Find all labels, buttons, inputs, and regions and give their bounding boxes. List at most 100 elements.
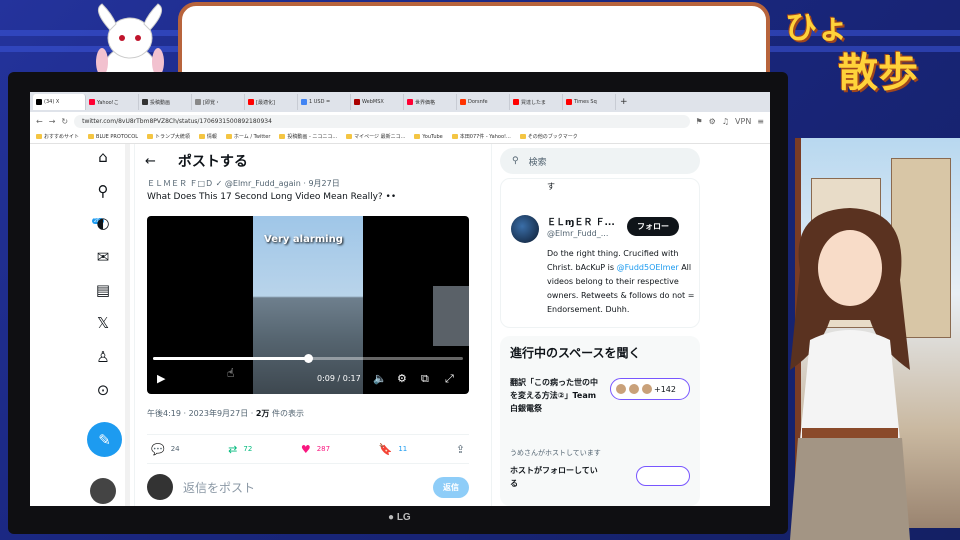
- profile-handle[interactable]: @Elmr_Fudd_...: [547, 229, 608, 238]
- search-placeholder: 検索: [528, 157, 547, 168]
- home-icon[interactable]: ⌂: [93, 148, 113, 166]
- share-action[interactable]: ⇪: [456, 443, 465, 456]
- tab-label: WebMSX: [362, 99, 384, 105]
- page-title: ポストする: [177, 154, 248, 170]
- extension-icons: ⚑ ⚙ ♫ VPN ≡: [696, 117, 765, 126]
- avatar[interactable]: [90, 478, 116, 504]
- bio-link[interactable]: @Fudd5OElmer: [617, 263, 679, 272]
- post-button[interactable]: ✎: [87, 422, 122, 457]
- extension-icon[interactable]: ⚑: [696, 117, 703, 126]
- back-arrow-icon[interactable]: ←: [145, 154, 156, 169]
- follow-button[interactable]: フォロー: [627, 217, 679, 236]
- bookmark-item[interactable]: YouTube: [414, 134, 443, 140]
- avatar: [615, 383, 627, 395]
- space-item-title[interactable]: ホストがフォローしている: [510, 464, 602, 490]
- repost-action[interactable]: ⇄ 72: [228, 443, 252, 456]
- play-icon[interactable]: ▶: [157, 372, 165, 385]
- bookmark-item[interactable]: 投稿動画 - ニコニコ...: [279, 133, 337, 140]
- like-action[interactable]: ♥ 287: [301, 443, 330, 456]
- browser-tab[interactable]: [最適化]: [245, 94, 298, 110]
- search-input[interactable]: ⚲ 検索: [500, 148, 700, 174]
- main-column: ← ポストする ＥＬＭＥＲ Ｆ□Ｄ ✓ @Elmr_Fudd_again · 9…: [134, 144, 492, 506]
- repost-icon: ⇄: [228, 442, 238, 456]
- avatar[interactable]: [511, 215, 539, 243]
- extension-icon[interactable]: ⚙: [709, 117, 716, 126]
- bookmark-item[interactable]: 本田077件 - Yahoo!...: [451, 133, 511, 140]
- bookmark-label: BLUE PROTOCOL: [96, 133, 139, 140]
- bookmark-item[interactable]: 情報: [198, 133, 217, 140]
- bookmark-item[interactable]: マイページ 最新ニコ...: [346, 133, 405, 140]
- profile-name[interactable]: ＥＬɱＥＲ Ｆ...: [547, 215, 615, 228]
- browser-tab[interactable]: Times Sq: [563, 94, 616, 110]
- bookmark-item[interactable]: ホーム / Twitter: [225, 133, 270, 140]
- bookmark-item[interactable]: その他のブックマーク: [519, 133, 578, 140]
- tab-favicon-icon: [460, 99, 466, 105]
- vtuber-avatar: [790, 208, 910, 540]
- profile-top-text: す: [547, 182, 555, 191]
- reply-input[interactable]: 返信をポスト: [183, 479, 423, 496]
- hand-cursor-icon: ☝: [227, 366, 235, 380]
- tab-favicon-icon: [354, 99, 360, 105]
- extension-icon[interactable]: ♫: [722, 117, 729, 126]
- reply-button[interactable]: 返信: [433, 476, 469, 498]
- folder-icon: [198, 134, 205, 139]
- settings-icon[interactable]: ⚙: [397, 372, 407, 385]
- quill-icon: ✎: [98, 430, 111, 449]
- bookmark-item[interactable]: トランプ大統領: [147, 133, 190, 140]
- browser-tab[interactable]: Yahoo!こ: [86, 94, 139, 110]
- browser-tab[interactable]: 世界価格: [404, 94, 457, 110]
- browser-tab[interactable]: 投稿動画: [139, 94, 192, 110]
- search-icon[interactable]: ⚲: [93, 182, 113, 200]
- like-count: 287: [316, 445, 331, 453]
- new-tab-button[interactable]: +: [616, 97, 628, 107]
- space-listeners-pill[interactable]: [636, 466, 690, 486]
- browser-tab[interactable]: (34) X: [33, 94, 86, 110]
- right-sidebar: ⚲ 検索 す ＥＬɱＥＲ Ｆ... @Elmr_Fudd_... フォロー Do…: [498, 144, 770, 506]
- bookmark-item[interactable]: おすすめサイト: [36, 133, 79, 140]
- post-timestamp: 午後4:19 · 2023年9月27日 · 2万 件の表示: [147, 408, 304, 419]
- avatar: [628, 383, 640, 395]
- fullscreen-icon[interactable]: ⤢: [445, 372, 454, 386]
- browser-tab[interactable]: [即覚・: [192, 94, 245, 110]
- quote-author-line[interactable]: ＥＬＭＥＲ Ｆ□Ｄ ✓ @Elmr_Fudd_again · 9月27日: [147, 178, 340, 189]
- pip-icon[interactable]: ⧉: [421, 372, 429, 386]
- reply-action[interactable]: 💬 24: [151, 443, 180, 456]
- bookmark-action[interactable]: 🔖 11: [379, 443, 408, 456]
- video-progress-knob[interactable]: [304, 354, 313, 363]
- video-progress-bar[interactable]: [153, 354, 463, 363]
- volume-icon[interactable]: 🔈: [373, 372, 387, 385]
- quote-meta: @Elmr_Fudd_again · 9月27日: [224, 179, 340, 188]
- bookmark-icon: 🔖: [378, 442, 393, 456]
- browser-tab[interactable]: Dorsnfe: [457, 94, 510, 110]
- video-player[interactable]: Very alarming ▶ ☝ 0:09 / 0:17 🔈 ⚙ ⧉ ⤢: [147, 216, 469, 394]
- search-icon: ⚲: [512, 156, 519, 166]
- tab-label: 買達したま: [521, 99, 546, 106]
- folder-icon: [414, 134, 421, 139]
- folder-icon: [88, 134, 95, 139]
- space-listeners-pill[interactable]: +142: [610, 378, 690, 400]
- x-logo-icon[interactable]: 𝕏: [93, 314, 113, 332]
- browser-tab[interactable]: WebMSX: [351, 94, 404, 110]
- forward-arrow-icon[interactable]: →: [49, 117, 56, 126]
- lg-logo: ● LG: [388, 512, 411, 523]
- tab-label: 1 USD =: [309, 99, 331, 105]
- tab-favicon-icon: [195, 99, 201, 105]
- lists-icon[interactable]: ▤: [93, 281, 113, 299]
- url-field[interactable]: twitter.com/8vU8rTbm8PVZ8Ch/status/17069…: [74, 114, 690, 128]
- space-item-title[interactable]: 翻訳「この病った世の中を変える方法②」Team白銀電祭: [510, 376, 602, 415]
- back-arrow-icon[interactable]: ←: [36, 117, 43, 126]
- folder-icon: [519, 134, 526, 139]
- bookmark-item[interactable]: BLUE PROTOCOL: [88, 134, 138, 140]
- tab-label: [最適化]: [256, 99, 275, 106]
- quote-text: What Does This 17 Second Long Video Mean…: [147, 192, 397, 202]
- browser-tab[interactable]: 買達したま: [510, 94, 563, 110]
- menu-icon[interactable]: ≡: [757, 117, 764, 126]
- post-header: ← ポストする: [135, 144, 491, 178]
- vpn-label[interactable]: VPN: [735, 117, 751, 126]
- profile-icon[interactable]: ♙: [93, 348, 113, 366]
- bell-icon[interactable]: ◐: [93, 214, 113, 232]
- mail-icon[interactable]: ✉: [93, 248, 113, 266]
- browser-tab[interactable]: 1 USD =: [298, 94, 351, 110]
- reload-icon[interactable]: ↻: [61, 117, 68, 126]
- more-icon[interactable]: ⊙: [93, 381, 113, 399]
